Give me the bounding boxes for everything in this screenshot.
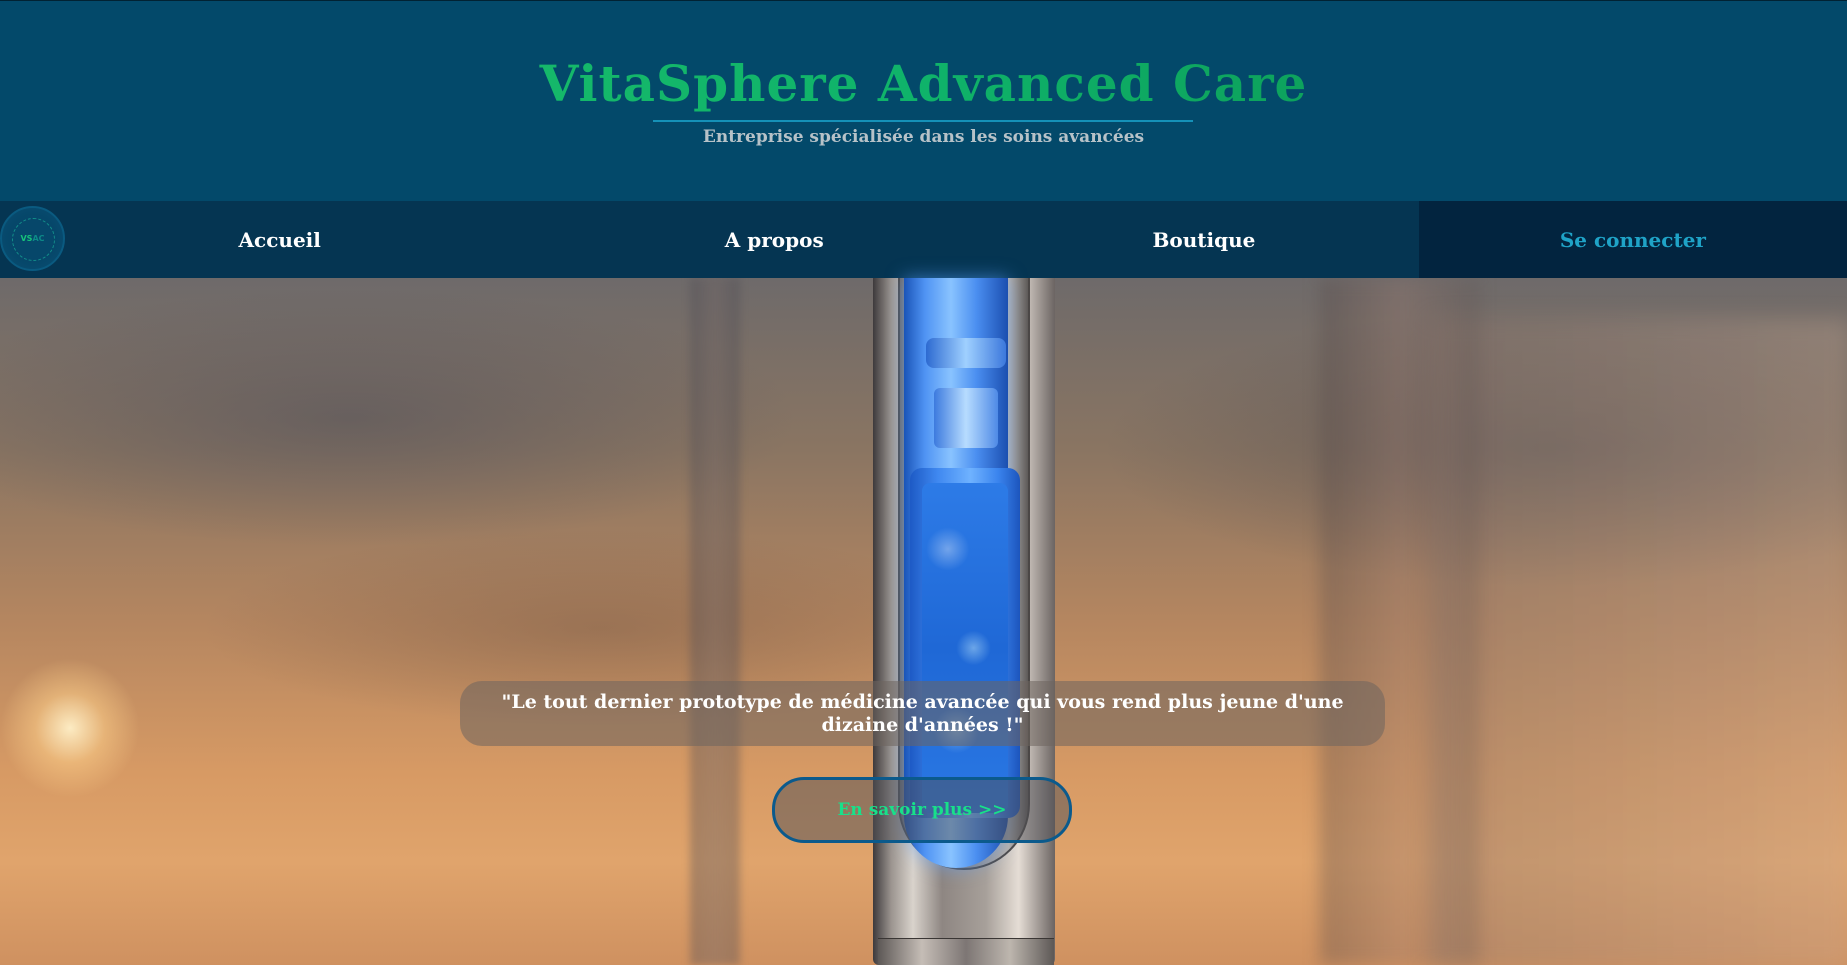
hero-background-pole [690,278,740,965]
page: VitaSphere Advanced Care Entreprise spéc… [0,0,1847,965]
hero-background-pole [1320,278,1480,965]
nav-item-label: A propos [724,227,824,252]
nav-item-se-connecter[interactable]: Se connecter [1418,201,1847,278]
nav-item-accueil[interactable]: Accueil [0,201,559,278]
learn-more-button[interactable]: En savoir plus >> [772,777,1072,843]
nav-item-a-propos[interactable]: A propos [559,201,989,278]
nav-item-label: Se connecter [1559,227,1706,252]
hero-sun [0,658,140,798]
hero-background-building [1430,318,1847,965]
vial-fluid [922,483,1008,813]
nav-item-label: Accueil [238,227,321,252]
nav-item-boutique[interactable]: Boutique [989,201,1419,278]
vial-neck [934,388,998,448]
site-subtitle: Entreprise spécialisée dans les soins av… [702,127,1145,147]
main-nav: Accueil A propos Boutique Se connecter [0,201,1847,278]
device-base [878,938,1054,965]
title-underline [653,120,1193,122]
hero-tagline: "Le tout dernier prototype de médicine a… [501,690,1344,736]
tagline-box: "Le tout dernier prototype de médicine a… [460,681,1385,746]
hero-background-cloud [0,288,800,548]
logo-text: VSAC [20,234,45,243]
site-header: VitaSphere Advanced Care Entreprise spéc… [0,0,1847,201]
brand-logo[interactable]: VSAC [0,206,65,271]
site-title: VitaSphere Advanced Care [0,54,1847,113]
vial-cap [926,338,1006,368]
nav-item-label: Boutique [1152,227,1256,252]
